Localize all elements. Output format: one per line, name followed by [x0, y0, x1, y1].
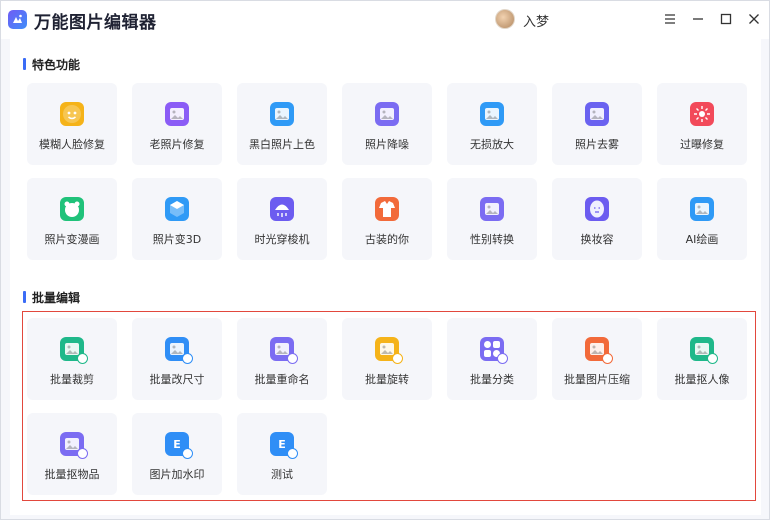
sun-icon [690, 102, 714, 126]
cube-3d-icon [165, 197, 189, 221]
card-label: 古装的你 [365, 233, 409, 246]
card-label: 照片变3D [152, 233, 202, 246]
batch-grid: 批量裁剪 批量改尺寸 批量重命名 批量旋转 批量分类 批量图片压缩 批量抠人像批量抠物品 E 图… [27, 318, 747, 495]
featured-section-title: 特色功能 [23, 56, 80, 73]
costume-icon [375, 197, 399, 221]
featured-card-9[interactable]: 时光穿梭机 [237, 178, 327, 260]
card-label: 性别转换 [470, 233, 514, 246]
batch-card-7[interactable]: 批量抠物品 [27, 413, 117, 495]
featured-card-4[interactable]: 无损放大 [447, 83, 537, 165]
batch-card-1[interactable]: 批量改尺寸 [132, 318, 222, 400]
user-avatar[interactable] [495, 9, 515, 29]
time-machine-icon [270, 197, 294, 221]
app-window: 万能图片编辑器 入梦 特色功能 模糊人脸修复 老照片修复 黑白照片上色 照片降噪 无损放… [0, 0, 770, 520]
maximize-icon[interactable] [715, 9, 737, 29]
app-logo-icon [8, 10, 27, 29]
user-name[interactable]: 入梦 [523, 11, 549, 30]
batch-badge-icon [287, 448, 298, 459]
batch-card-9[interactable]: E 测试 [237, 413, 327, 495]
gender-swap-icon [480, 197, 504, 221]
card-label: 批量旋转 [365, 373, 409, 386]
batch-badge-icon [392, 353, 403, 364]
old-photo-icon [165, 102, 189, 126]
card-label: 照片去雾 [575, 138, 619, 151]
card-label: 照片变漫画 [44, 233, 100, 246]
card-label: 批量抠人像 [674, 373, 730, 386]
featured-card-2[interactable]: 黑白照片上色 [237, 83, 327, 165]
batch-badge-icon [182, 353, 193, 364]
resize-icon [165, 337, 193, 364]
card-label: 批量改尺寸 [149, 373, 205, 386]
batch-badge-icon [77, 353, 88, 364]
svg-text:E: E [278, 438, 286, 451]
close-icon[interactable] [743, 9, 765, 29]
batch-card-3[interactable]: 批量旋转 [342, 318, 432, 400]
batch-card-0[interactable]: 批量裁剪 [27, 318, 117, 400]
makeup-icon [585, 197, 609, 221]
batch-card-2[interactable]: 批量重命名 [237, 318, 327, 400]
minimize-icon[interactable] [687, 9, 709, 29]
card-label: 无损放大 [470, 138, 514, 151]
batch-card-6[interactable]: 批量抠人像 [657, 318, 747, 400]
card-label: 批量重命名 [254, 373, 310, 386]
card-label: 批量分类 [470, 373, 514, 386]
card-label: 批量抠物品 [44, 468, 100, 481]
card-label: 模糊人脸修复 [39, 138, 105, 151]
denoise-icon [375, 102, 399, 126]
featured-card-5[interactable]: 照片去雾 [552, 83, 642, 165]
app-title: 万能图片编辑器 [34, 13, 157, 33]
card-label: 图片加水印 [149, 468, 205, 481]
batch-card-8[interactable]: E 图片加水印 [132, 413, 222, 495]
rotate-icon [375, 337, 403, 364]
featured-card-3[interactable]: 照片降噪 [342, 83, 432, 165]
card-label: 批量图片压缩 [564, 373, 630, 386]
test-icon: E [270, 432, 298, 459]
card-label: 批量裁剪 [50, 373, 94, 386]
featured-card-7[interactable]: 照片变漫画 [27, 178, 117, 260]
batch-badge-icon [182, 448, 193, 459]
object-cutout-icon [60, 432, 88, 459]
featured-card-0[interactable]: 模糊人脸修复 [27, 83, 117, 165]
card-label: 黑白照片上色 [249, 138, 315, 151]
main-content: 特色功能 模糊人脸修复 老照片修复 黑白照片上色 照片降噪 无损放大 照片去雾 过曝修复照片… [10, 39, 761, 515]
palette-icon [270, 102, 294, 126]
ai-paint-icon [690, 197, 714, 221]
svg-text:E: E [173, 438, 181, 451]
batch-badge-icon [77, 448, 88, 459]
featured-grid: 模糊人脸修复 老照片修复 黑白照片上色 照片降噪 无损放大 照片去雾 过曝修复照片变漫画 照片… [27, 83, 747, 260]
defog-icon [585, 102, 609, 126]
featured-card-6[interactable]: 过曝修复 [657, 83, 747, 165]
card-label: 测试 [271, 468, 293, 481]
featured-card-13[interactable]: AI绘画 [657, 178, 747, 260]
batch-card-5[interactable]: 批量图片压缩 [552, 318, 642, 400]
crop-icon [60, 337, 88, 364]
cartoon-icon [60, 197, 84, 221]
card-label: 照片降噪 [365, 138, 409, 151]
featured-card-1[interactable]: 老照片修复 [132, 83, 222, 165]
batch-badge-icon [707, 353, 718, 364]
batch-card-4[interactable]: 批量分类 [447, 318, 537, 400]
featured-card-8[interactable]: 照片变3D [132, 178, 222, 260]
title-bar: 万能图片编辑器 入梦 [1, 1, 769, 39]
card-label: AI绘画 [685, 233, 719, 246]
face-repair-icon [60, 102, 84, 126]
portrait-cutout-icon [690, 337, 718, 364]
menu-icon[interactable] [659, 9, 681, 29]
classify-icon [480, 337, 508, 364]
compress-icon [585, 337, 613, 364]
batch-badge-icon [287, 353, 298, 364]
card-label: 换妆容 [580, 233, 614, 246]
batch-badge-icon [602, 353, 613, 364]
featured-card-12[interactable]: 换妆容 [552, 178, 642, 260]
featured-card-11[interactable]: 性别转换 [447, 178, 537, 260]
watermark-icon: E [165, 432, 193, 459]
card-label: 老照片修复 [149, 138, 205, 151]
card-label: 过曝修复 [680, 138, 724, 151]
rename-icon [270, 337, 298, 364]
card-label: 时光穿梭机 [254, 233, 310, 246]
batch-badge-icon [497, 353, 508, 364]
enlarge-icon [480, 102, 504, 126]
featured-card-10[interactable]: 古装的你 [342, 178, 432, 260]
batch-section-title: 批量编辑 [23, 289, 80, 306]
